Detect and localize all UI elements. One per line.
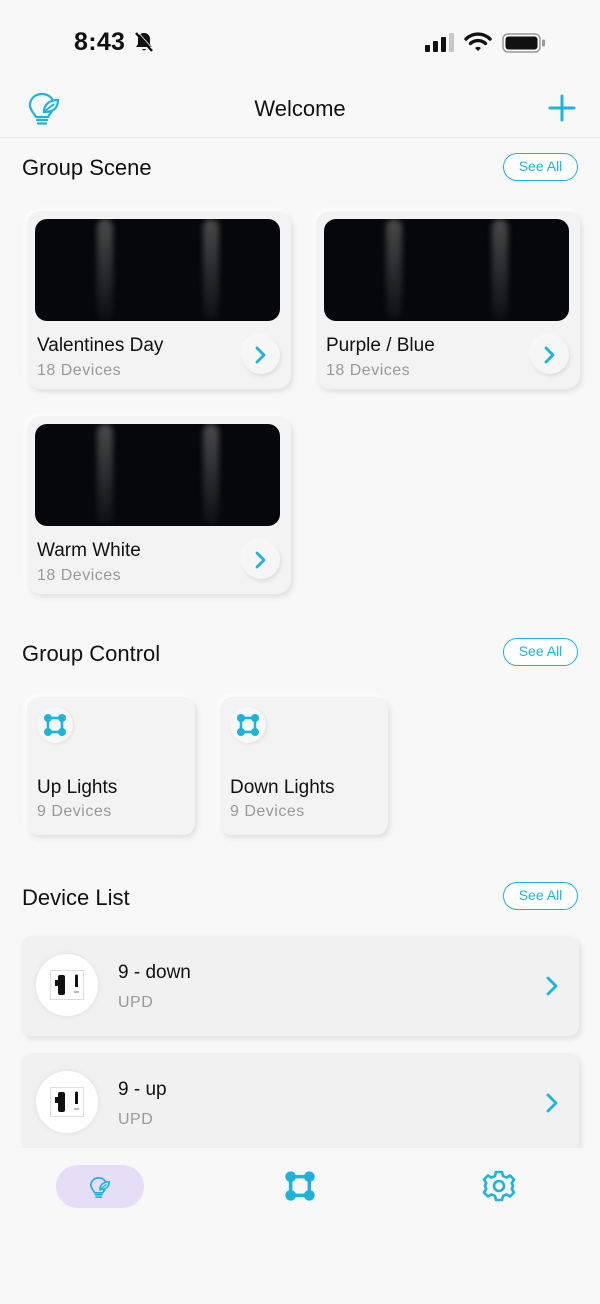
bottom-tab-bar [0, 1148, 600, 1304]
scene-open-button[interactable] [242, 336, 280, 374]
device-thumbnail [36, 954, 98, 1016]
chevron-right-icon [255, 551, 266, 569]
group-scene-title: Group Scene [22, 155, 152, 180]
group-card-down-lights[interactable]: Down Lights 9 Devices [220, 697, 388, 835]
tab-groups-icon[interactable] [284, 1170, 316, 1202]
scene-name: Warm White [37, 540, 141, 561]
group-nodes-icon [44, 714, 66, 736]
device-list-see-all-button[interactable]: See All [503, 882, 578, 910]
group-icon-container [37, 707, 73, 743]
chevron-right-icon[interactable] [544, 976, 560, 996]
add-icon[interactable] [548, 94, 576, 122]
device-row-9-down[interactable]: 9 - down UPD [22, 936, 579, 1036]
scene-card-valentines-day[interactable]: Valentines Day 18 Devices [27, 211, 291, 389]
uplight-fixture-icon [55, 1091, 79, 1112]
device-name: 9 - up [118, 1079, 167, 1100]
device-row-9-up[interactable]: 9 - up UPD [22, 1053, 579, 1153]
group-name: Up Lights [37, 777, 118, 798]
scene-open-button[interactable] [242, 541, 280, 579]
device-list-title: Device List [22, 885, 130, 910]
scene-name: Purple / Blue [326, 335, 435, 356]
scene-preview-image [35, 424, 280, 526]
scene-preview-image [324, 219, 569, 321]
app-header: Welcome [0, 88, 600, 138]
group-card-up-lights[interactable]: Up Lights 9 Devices [27, 697, 195, 835]
battery-icon [502, 33, 545, 53]
group-name: Down Lights [230, 777, 335, 798]
tab-home[interactable] [56, 1165, 144, 1208]
scene-open-button[interactable] [531, 336, 569, 374]
scene-preview-image [35, 219, 280, 321]
group-scene-see-all-button[interactable]: See All [503, 153, 578, 181]
chevron-right-icon[interactable] [544, 1093, 560, 1113]
device-type: UPD [118, 1111, 154, 1128]
status-bar: 8:43 [0, 0, 600, 88]
tab-settings-gear-icon[interactable] [482, 1169, 516, 1203]
chevron-right-icon [255, 346, 266, 364]
scene-device-count: 18 Devices [326, 362, 411, 379]
scene-name: Valentines Day [37, 335, 164, 356]
status-time: 8:43 [74, 28, 126, 56]
device-type: UPD [118, 994, 154, 1011]
page-title: Welcome [254, 96, 346, 121]
scene-device-count: 18 Devices [37, 567, 122, 584]
group-device-count: 9 Devices [37, 803, 112, 820]
group-device-count: 9 Devices [230, 803, 305, 820]
wifi-icon [464, 32, 492, 51]
device-thumbnail [36, 1071, 98, 1133]
cellular-signal-icon [425, 33, 454, 52]
bell-muted-icon [135, 31, 154, 52]
uplight-fixture-icon [55, 974, 79, 995]
device-name: 9 - down [118, 962, 191, 983]
group-control-see-all-button[interactable]: See All [503, 638, 578, 666]
chevron-right-icon [544, 346, 555, 364]
group-icon-container [230, 707, 266, 743]
scene-card-purple-blue[interactable]: Purple / Blue 18 Devices [316, 211, 580, 389]
scene-card-warm-white[interactable]: Warm White 18 Devices [27, 416, 291, 594]
bulb-leaf-icon [90, 1177, 110, 1198]
scene-device-count: 18 Devices [37, 362, 122, 379]
group-nodes-icon [237, 714, 259, 736]
group-control-title: Group Control [22, 641, 161, 666]
